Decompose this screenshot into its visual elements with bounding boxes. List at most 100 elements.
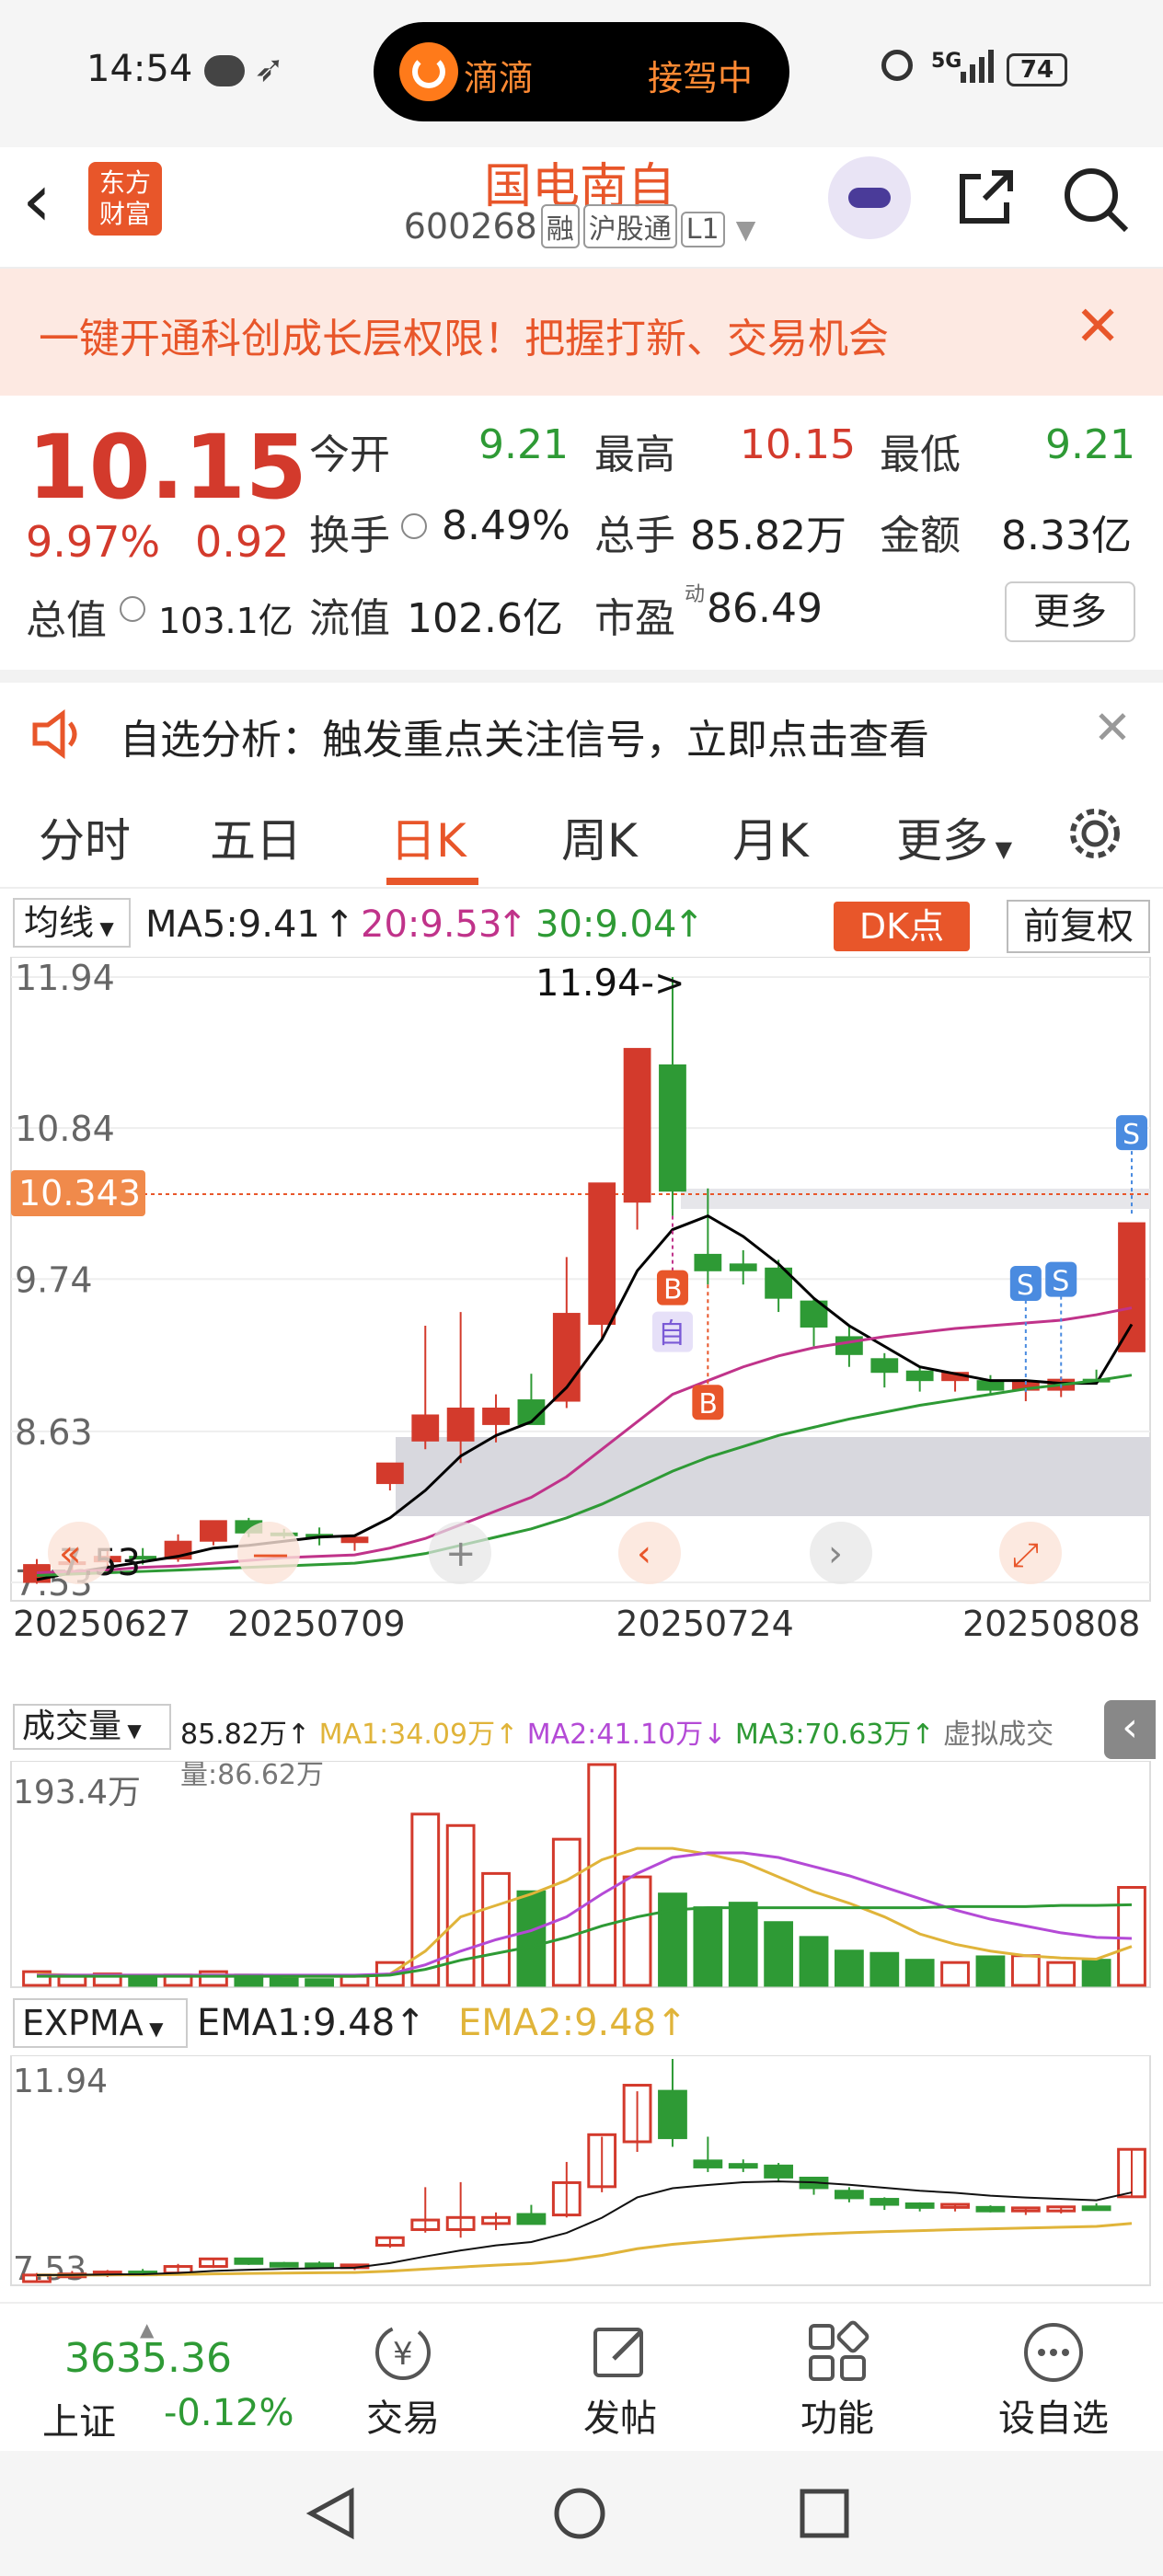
nav-post[interactable]: 发帖 bbox=[574, 2320, 666, 2440]
ema2-label: EMA2:9.48↑ bbox=[458, 2002, 687, 2044]
y-axis-label: 11.94 bbox=[15, 958, 115, 998]
volume-bar bbox=[869, 1951, 900, 1987]
svg-text:¥: ¥ bbox=[393, 2336, 413, 2373]
volume-top-label: 193.4万 bbox=[13, 1774, 141, 1811]
volume-bar bbox=[728, 1902, 758, 1987]
close-icon[interactable]: ✕ bbox=[1075, 294, 1121, 359]
vol-ma1: MA1:34.09万 bbox=[318, 1719, 496, 1751]
quote-panel: 10.15 9.97% 0.92 总值 103.1亿 今开 9.21 最高 10… bbox=[0, 397, 1163, 664]
caret-down-icon: ▼ bbox=[121, 1719, 142, 1742]
speaker-icon bbox=[29, 707, 88, 762]
ema-chart: 11.94 7.53 bbox=[10, 2055, 1151, 2288]
nav-watchlist[interactable]: 设自选 bbox=[994, 2320, 1113, 2440]
float-value: 102.6亿 bbox=[407, 595, 563, 642]
active-tab-indicator bbox=[386, 878, 478, 885]
index-quote[interactable]: ▲ 3635.36 上证 -0.12% bbox=[22, 2318, 317, 2444]
amount-value: 8.33亿 bbox=[1001, 512, 1132, 559]
system-home-icon[interactable] bbox=[552, 2486, 607, 2541]
buy-marker: B bbox=[698, 1388, 718, 1420]
volume-value: 85.82万 bbox=[180, 1719, 287, 1751]
dynamic-island[interactable]: 滴滴 接驾中 bbox=[374, 22, 789, 121]
didi-logo-icon bbox=[399, 42, 458, 101]
more-button[interactable]: 更多 bbox=[1005, 581, 1135, 642]
x-axis-label: 20250724 bbox=[616, 1604, 793, 1644]
tab-monthly-k[interactable]: 月K bbox=[732, 804, 809, 870]
assistant-avatar[interactable] bbox=[828, 156, 911, 239]
svg-text:⤢: ⤢ bbox=[1012, 1536, 1039, 1574]
volume-profile-zone bbox=[396, 1437, 1150, 1516]
candle-body bbox=[976, 1380, 1005, 1391]
battery-level: 74 bbox=[1019, 56, 1054, 84]
close-icon[interactable]: ✕ bbox=[1093, 701, 1132, 754]
stock-code-row: 600268 融沪股通 L1 ▼ bbox=[386, 204, 773, 248]
ema2-value: EMA2:9.48 bbox=[458, 2002, 657, 2044]
signal-icon bbox=[961, 50, 994, 83]
pe-value: 86.49 bbox=[707, 585, 823, 632]
svg-text:›: › bbox=[828, 1533, 843, 1575]
ema-selector[interactable]: EXPMA ▼ bbox=[13, 1998, 188, 2048]
candle-body bbox=[588, 1182, 616, 1325]
svg-text:—: — bbox=[252, 1533, 289, 1575]
ma-selector-label: 均线 bbox=[24, 903, 95, 943]
tab-daily-k[interactable]: 日K bbox=[390, 804, 466, 870]
open-value: 9.21 bbox=[478, 421, 569, 468]
ema-candle-body bbox=[516, 2213, 547, 2225]
battery-icon: 74 bbox=[1007, 53, 1067, 86]
kline-chart[interactable]: 10.343 11.9410.849.748.637.53 11.94-> 7.… bbox=[0, 957, 1163, 1647]
volume-bar bbox=[1010, 1954, 1041, 1987]
collapse-icon[interactable]: ‹ bbox=[1104, 1700, 1156, 1759]
volume-bar bbox=[975, 1955, 1006, 1987]
ema-candle-body bbox=[693, 2159, 723, 2168]
tab-5day[interactable]: 五日 bbox=[210, 804, 302, 870]
system-recents-icon[interactable] bbox=[799, 2488, 850, 2539]
back-icon[interactable]: ‹ bbox=[22, 164, 52, 237]
candle-body bbox=[482, 1408, 510, 1425]
share-icon[interactable] bbox=[953, 166, 1018, 230]
vol-ma3: MA3:70.63万 bbox=[734, 1719, 912, 1751]
ma-selector[interactable]: 均线 ▼ bbox=[13, 898, 131, 948]
candle-body bbox=[694, 1253, 722, 1271]
search-icon[interactable] bbox=[1060, 164, 1130, 234]
volume-chart: 193.4万 bbox=[10, 1761, 1151, 1988]
stock-header: ‹ 东方财富 国电南自 600268 融沪股通 L1 ▼ bbox=[0, 147, 1163, 269]
candle-body bbox=[870, 1358, 899, 1374]
candle-body bbox=[200, 1520, 227, 1542]
system-back-icon[interactable] bbox=[304, 2486, 359, 2541]
status-bar: 14:54 ➶ 滴滴 接驾中 5G 74 bbox=[0, 0, 1163, 147]
more-dots-icon[interactable] bbox=[120, 596, 145, 622]
tag-connect: 沪股通 bbox=[582, 204, 677, 248]
arrow-up-icon: ↑ bbox=[324, 903, 355, 946]
analysis-notice[interactable]: 自选分析：触发重点关注信号，立即点击查看 ✕ bbox=[0, 670, 1163, 791]
banner-text: 一键开通科创成长层权限！把握打新、交易机会 bbox=[39, 316, 889, 362]
tab-intraday[interactable]: 分时 bbox=[39, 804, 131, 870]
ema-selector-label: EXPMA bbox=[22, 2003, 144, 2043]
turnover-value: 8.49% bbox=[442, 502, 570, 549]
ma30-label: 30:9.04 bbox=[535, 903, 677, 946]
tab-more[interactable]: 更多 ▼ bbox=[896, 804, 1012, 870]
volume-bar bbox=[269, 1977, 299, 1987]
nav-trade[interactable]: ¥ 交易 bbox=[357, 2320, 449, 2440]
nav-functions[interactable]: 功能 bbox=[791, 2320, 883, 2440]
candle-body bbox=[375, 1462, 404, 1485]
tab-weekly-k[interactable]: 周K bbox=[561, 804, 638, 870]
ema-candle-body bbox=[1081, 2205, 1111, 2212]
amount-label: 金额 bbox=[880, 512, 961, 559]
dropdown-icon[interactable]: ▼ bbox=[736, 214, 756, 245]
svg-text:+: + bbox=[445, 1533, 477, 1575]
system-nav bbox=[0, 2451, 1163, 2576]
adjust-button[interactable]: 前复权 bbox=[1007, 900, 1150, 953]
nav-functions-label: 功能 bbox=[800, 2398, 874, 2440]
ema1-label: EMA1:9.48↑ bbox=[197, 2002, 426, 2044]
ema-candle-body bbox=[975, 2205, 1006, 2213]
open-label: 今开 bbox=[309, 431, 390, 478]
volume-selector[interactable]: 成交量 ▼ bbox=[13, 1704, 171, 1750]
ema1-value: EMA1:9.48 bbox=[197, 2002, 396, 2044]
volume-bar bbox=[764, 1921, 794, 1987]
promo-banner[interactable]: 一键开通科创成长层权限！把握打新、交易机会 ✕ bbox=[0, 269, 1163, 396]
more-dots-icon[interactable] bbox=[401, 513, 427, 539]
caret-down-icon: ▼ bbox=[143, 2018, 164, 2040]
gear-icon[interactable] bbox=[1067, 806, 1123, 861]
x-axis-label: 20250808 bbox=[962, 1604, 1140, 1644]
volume-profile-band bbox=[681, 1189, 1150, 1209]
dk-point-button[interactable]: DK点 bbox=[834, 902, 970, 951]
